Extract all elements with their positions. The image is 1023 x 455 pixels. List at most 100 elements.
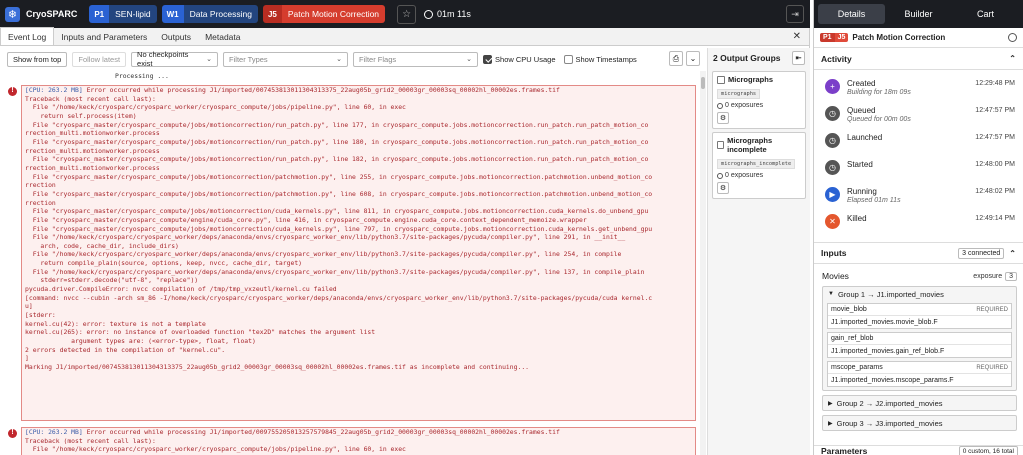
log-line: [stderr: [25,311,692,320]
movies-label: Movies [822,271,849,281]
parameters-count-badge: 0 custom, 16 total [958,446,1018,455]
cpu-usage-tag: [CPU: 263.2 MB] [25,428,83,436]
log-line: ] [25,354,692,363]
output-group-card[interactable]: Micrographs micrographs 0 exposures ⚙ [712,71,806,129]
badge-project: P1 [820,33,835,42]
app-name[interactable]: CryoSPARC [26,9,77,19]
scrollbar-thumb[interactable] [701,77,705,89]
tab-metadata[interactable]: Metadata [198,28,247,45]
filter-types-select[interactable]: Filter Types ⌄ [223,51,349,67]
slot-value: J1.imported_movies.mscope_params.F [831,376,954,384]
log-text: arch, code, cache_dir, include_dirs) [25,241,179,250]
elapsed-timer: 01m 11s [424,9,471,19]
tab-cart[interactable]: Cart [952,4,1019,24]
input-group-header[interactable]: ▶ Group 2 → J2.imported_movies [823,396,1016,410]
slot-required: REQUIRED [976,306,1008,313]
output-group-name: Micrographs incomplete [727,136,773,154]
parameters-section-header[interactable]: Parameters 0 custom, 16 total [814,445,1023,455]
star-icon[interactable]: ☆ [397,4,417,24]
chevron-up-icon[interactable]: ⌃ [1009,54,1016,63]
input-group[interactable]: ▶ Group 2 → J2.imported_movies [822,395,1017,411]
job-badge: P1 J5 [820,33,849,42]
activity-time: 12:48:02 PM [975,188,1015,195]
input-group[interactable]: ▼ Group 1 → J1.imported_movies movie_blob… [822,286,1017,391]
close-icon[interactable]: ✕ [793,31,801,42]
breadcrumb-project[interactable]: P1 SEN-lipid [89,5,157,23]
activity-item: ▶ Running Elapsed 01m 11s 12:48:02 PM [814,186,1023,213]
breadcrumb-workspace[interactable]: W1 Data Processing [161,5,258,23]
job-content-pane: Event Log Inputs and Parameters Outputs … [0,27,810,455]
filter-flags-select[interactable]: Filter Flags ⌄ [353,51,479,67]
log-line: [CPU: 263.2 MB] Error occurred while pro… [25,428,692,437]
slot-name: movie_blob [831,306,867,313]
tab-event-log[interactable]: Event Log [0,27,55,45]
error-icon: ! [8,87,17,96]
show-from-top-button[interactable]: Show from top [7,51,68,67]
error-log-entry: [CPU: 263.2 MB] Error occurred while pro… [21,427,696,455]
activity-item: ✕ Killed 12:49:14 PM [814,213,1023,240]
checkpoint-select-value: No checkpoints exist [137,50,189,68]
collapse-panel-icon[interactable]: ⇥ [786,5,804,23]
input-group-title: Group 3 → J3.imported_movies [836,418,943,428]
inputs-section-header[interactable]: Inputs 3 connected ⌃ [814,242,1023,264]
log-text: pycuda.driver.CompileError: nvcc compila… [25,285,337,294]
log-text: u] [25,302,33,311]
download-icon[interactable]: ⎙ [669,51,683,66]
tab-outputs[interactable]: Outputs [154,28,198,45]
slot-value: J1.imported_movies.movie_blob.F [831,318,938,326]
gear-icon[interactable]: ⚙ [717,182,729,194]
log-line: rrection [25,181,692,190]
output-group-name: Micrographs [728,75,774,84]
log-line: rrection_multi.motionworker.process [25,164,692,173]
image-icon [717,75,725,84]
chevron-up-icon[interactable]: ⌃ [1009,249,1016,258]
activity-detail: Elapsed 01m 11s [847,197,901,204]
tab-builder[interactable]: Builder [885,4,952,24]
cpu-usage-tag: [CPU: 263.2 MB] [25,86,83,94]
activity-section-header[interactable]: Activity ⌃ [814,48,1023,70]
image-icon [717,141,725,149]
circle-icon [717,172,723,179]
inputs-header-right: 3 connected ⌃ [958,247,1016,259]
input-group-header[interactable]: ▼ Group 1 → J1.imported_movies [823,287,1016,301]
log-line: return compile_plain(source, options, ke… [25,259,692,268]
dropdown-chevron-icon[interactable]: ⌄ [686,51,700,66]
input-group-header[interactable]: ▶ Group 3 → J3.imported_movies [823,416,1016,430]
breadcrumb-job[interactable]: J5 Patch Motion Correction [262,5,386,23]
input-group-title: Group 2 → J2.imported_movies [836,398,943,408]
log-line: Marking J1/imported/00745381301130431337… [25,363,692,372]
log-scrollbar[interactable] [700,71,706,455]
log-text: rrection_multi.motionworker.process [25,163,160,172]
log-line: File "cryosparc_master/cryosparc_compute… [25,190,692,199]
output-group-card[interactable]: Micrographs incomplete micrographs_incom… [712,132,806,199]
log-line: kernel.cu(265): error: no instance of ov… [25,328,692,337]
show-cpu-usage-label: Show CPU Usage [495,54,556,64]
tab-inputs-parameters[interactable]: Inputs and Parameters [54,28,154,45]
log-line: File "cryosparc_master/cryosparc_compute… [25,207,692,216]
follow-latest-button[interactable]: Follow latest [72,51,127,67]
log-line: return self.process(item) [25,112,692,121]
checkpoint-select[interactable]: No checkpoints exist ⌄ [131,50,219,68]
minus-circle-icon[interactable] [1008,33,1017,42]
job-tabs: Event Log Inputs and Parameters Outputs … [0,27,809,46]
output-group-title: Micrographs [717,75,801,84]
expand-icon[interactable]: ⇤ [792,51,805,65]
log-text: 2 errors detected in the compilation of … [25,345,226,354]
show-timestamps-checkbox[interactable]: Show Timestamps [563,54,637,64]
show-cpu-usage-checkbox[interactable]: Show CPU Usage [483,54,556,64]
activity-time: 12:47:57 PM [975,107,1015,114]
cryosparc-logo-icon[interactable]: ❄ [5,6,20,22]
input-group[interactable]: ▶ Group 3 → J3.imported_movies [822,415,1017,431]
log-text: stderr=stderr.decode("utf-8", "replace")… [25,276,199,285]
top-bar: ❄ CryoSPARC P1 SEN-lipid W1 Data Process… [0,0,810,28]
log-line: arch, code, cache_dir, include_dirs) [25,242,692,251]
status-icon: ◷ [825,133,840,148]
filter-flags-placeholder: Filter Flags [359,54,397,64]
event-log-toolbar: Show from top Follow latest No checkpoin… [0,48,703,70]
event-log[interactable]: Processing ... ! [CPU: 263.2 MB] Error o… [0,71,698,455]
log-line: File "/home/keck/cryosparc/cryosparc_wor… [25,445,692,454]
gear-icon[interactable]: ⚙ [717,112,729,124]
tab-details[interactable]: Details [818,4,885,24]
parameters-title: Parameters [821,446,868,455]
inputs-connected-badge: 3 connected [958,247,1005,259]
